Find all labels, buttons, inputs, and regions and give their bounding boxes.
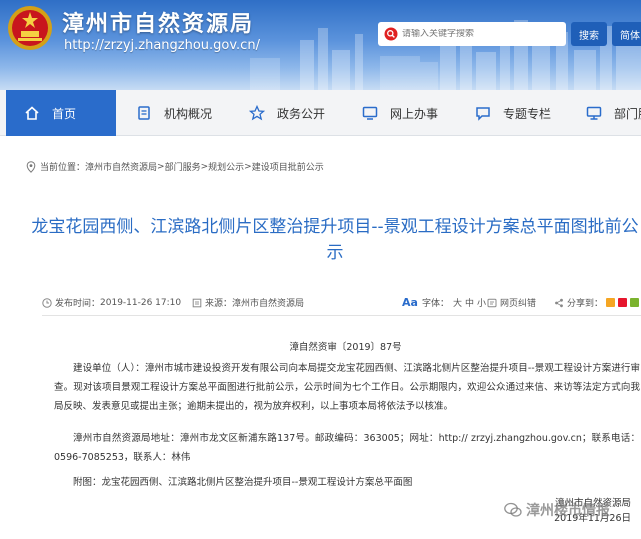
- home-icon: [25, 106, 39, 120]
- article-meta: 发布时间： 2019-11-26 17:10 来源： 漳州市自然资源局 Aa 字…: [42, 294, 641, 312]
- breadcrumb-link[interactable]: 建设项目批前公示: [252, 160, 324, 173]
- main-nav: 首页 机构概况 政务公开 网上办事 专题专栏 部门服: [0, 90, 641, 136]
- publish-time-group: 发布时间： 2019-11-26 17:10: [42, 296, 181, 309]
- nav-item-label: 部门服: [614, 106, 641, 121]
- clock-icon: [42, 297, 52, 308]
- source-icon: [192, 298, 202, 307]
- breadcrumb-separator: >: [244, 161, 252, 172]
- computer-icon: [586, 106, 602, 120]
- article-paragraph: 附图：龙宝花园西侧、江滨路北侧片区整治提升项目--景观工程设计方案总平面图: [73, 477, 413, 488]
- header-banner: 漳州市自然资源局 http://zrzyj.zhangzhou.gov.cn/ …: [0, 0, 641, 90]
- chat-icon: [476, 107, 490, 121]
- article-paragraph: 漳州市自然资源局地址：漳州市龙文区新浦东路137号。邮政编码：363005；网址…: [54, 433, 640, 463]
- share-label: 分享到：: [567, 299, 604, 309]
- source-name: 漳州市自然资源局: [232, 299, 305, 309]
- breadcrumb-link[interactable]: 漳州市自然资源局: [85, 160, 157, 173]
- nav-item-label: 政务公开: [277, 106, 326, 121]
- font-size-small[interactable]: 小: [477, 296, 486, 309]
- report-error-link[interactable]: 网页纠错: [500, 296, 536, 309]
- source-group: 来源： 漳州市自然资源局: [192, 296, 304, 309]
- site-title: 漳州市自然资源局: [62, 12, 255, 37]
- site-url[interactable]: http://zrzyj.zhangzhou.gov.cn/: [64, 38, 260, 53]
- nav-item-special-topics[interactable]: 专题专栏: [475, 90, 551, 136]
- nav-item-label: 机构概况: [164, 106, 213, 121]
- nav-item-organization[interactable]: 机构概况: [136, 90, 212, 136]
- location-pin-icon: [26, 160, 36, 173]
- nav-item-department-services[interactable]: 部门服: [586, 90, 641, 136]
- search-input[interactable]: [402, 29, 562, 39]
- breadcrumb-link[interactable]: 规划公示: [208, 160, 244, 173]
- breadcrumb-separator: >: [157, 161, 165, 172]
- document-icon: [138, 106, 150, 120]
- breadcrumb: 当前位置： 漳州市自然资源局 > 部门服务 > 规划公示 > 建设项目批前公示: [26, 160, 324, 173]
- share-weibo-icon[interactable]: [618, 298, 628, 307]
- breadcrumb-prefix: 当前位置：: [40, 163, 86, 173]
- publish-time-label: 发布时间：: [55, 299, 101, 309]
- breadcrumb-separator: >: [200, 161, 209, 172]
- nav-item-government-affairs[interactable]: 政务公开: [249, 90, 325, 136]
- font-size-large[interactable]: 大: [453, 296, 462, 309]
- nav-item-label: 专题专栏: [503, 106, 552, 121]
- watermark: 漳州楼市情报: [504, 500, 610, 520]
- font-size-label: 字体：: [421, 299, 449, 309]
- nav-item-label: 首页: [52, 106, 77, 121]
- share-group: 分享到：: [554, 296, 641, 309]
- breadcrumb-link[interactable]: 部门服务: [165, 160, 201, 173]
- font-size-group: Aa 字体： 大 中 小: [402, 296, 486, 309]
- national-emblem-icon: [8, 6, 52, 50]
- font-size-icon: Aa: [402, 296, 418, 309]
- report-error-group[interactable]: 网页纠错: [487, 296, 536, 309]
- article-title: 龙宝花园西侧、江滨路北侧片区整治提升项目--景观工程设计方案总平面图批前公示: [31, 217, 639, 263]
- search-button[interactable]: 搜索: [571, 22, 607, 46]
- search-box[interactable]: [378, 22, 566, 46]
- document-number: 漳自然资审〔2019〕87号: [289, 342, 402, 353]
- nav-item-online-service[interactable]: 网上办事: [362, 90, 438, 136]
- font-size-medium[interactable]: 中: [465, 296, 474, 309]
- simplified-chinese-button[interactable]: 简体: [612, 22, 641, 46]
- search-icon: [384, 27, 398, 41]
- article-paragraph: 建设单位（人）：漳州市城市建设投资开发有限公司向本局提交龙宝花园西侧、江滨路北侧…: [54, 363, 640, 412]
- nav-item-home[interactable]: 首页: [6, 90, 116, 136]
- share-wechat-icon[interactable]: [630, 298, 640, 307]
- meta-divider: [42, 315, 641, 316]
- share-qzone-icon[interactable]: [606, 298, 616, 307]
- wechat-logo-icon: [504, 502, 522, 517]
- publish-time: 2019-11-26 17:10: [100, 297, 182, 308]
- report-error-icon: [487, 298, 497, 307]
- source-label: 来源：: [205, 299, 233, 309]
- monitor-icon: [362, 106, 378, 120]
- watermark-text: 漳州楼市情报: [526, 503, 610, 519]
- star-icon: [249, 105, 265, 121]
- nav-item-label: 网上办事: [390, 106, 439, 121]
- share-icon: [555, 298, 563, 307]
